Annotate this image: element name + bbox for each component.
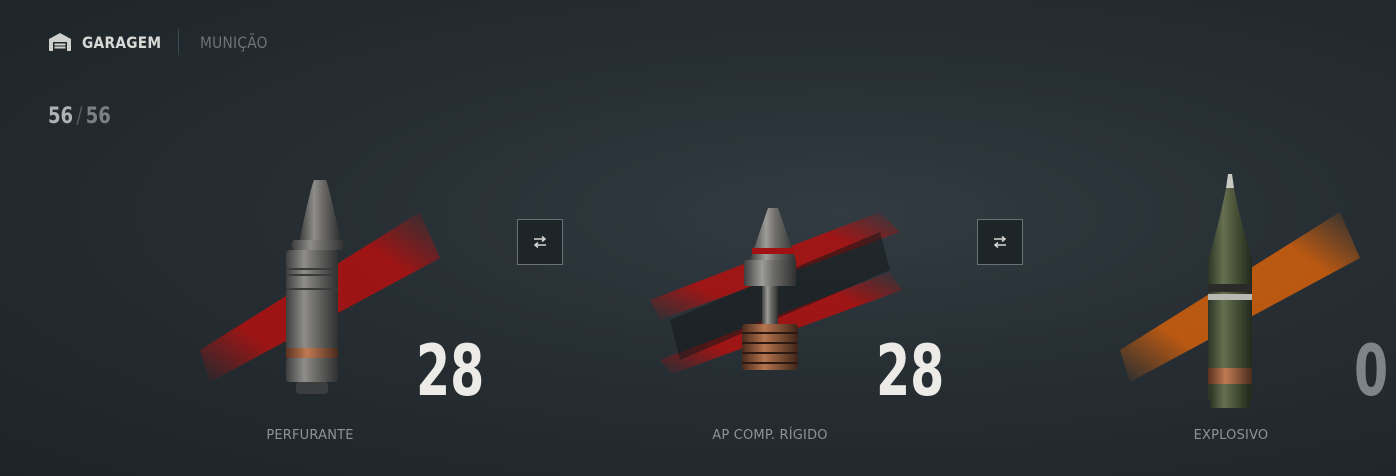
ammo-capacity-max: 56	[85, 104, 111, 129]
swap-shells-button[interactable]	[977, 219, 1023, 265]
shell-name: EXPLOSIVO	[1193, 428, 1269, 443]
breadcrumb-divider	[178, 29, 179, 55]
ammo-capacity-separator: /	[76, 104, 83, 129]
shell-name: AP COMP. RÍGIDO	[712, 428, 828, 443]
shell-quantity[interactable]: 0	[1354, 336, 1388, 406]
swap-arrows-icon	[993, 235, 1007, 249]
garage-icon[interactable]	[48, 32, 72, 52]
shell-slot-apcr[interactable]: 28 AP COMP. RÍGIDO	[620, 160, 1080, 476]
breadcrumb-garage-link[interactable]: GARAGEM	[82, 33, 161, 52]
shell-quantity[interactable]: 28	[416, 336, 484, 406]
breadcrumb-current-page: MUNIÇÃO	[200, 32, 268, 52]
swap-arrows-icon	[533, 235, 547, 249]
swap-shells-button[interactable]	[517, 219, 563, 265]
shell-quantity[interactable]: 28	[876, 336, 944, 406]
breadcrumb: GARAGEM MUNIÇÃO	[48, 28, 279, 56]
ammo-capacity: 56/56	[48, 104, 111, 129]
shell-name: PERFURANTE	[266, 428, 354, 443]
shell-slot-high-explosive[interactable]: 0 EXPLOSIVO	[1080, 160, 1396, 476]
ammo-capacity-current: 56	[48, 104, 74, 129]
shell-slot-armor-piercing[interactable]: 28 PERFURANTE	[160, 160, 620, 476]
